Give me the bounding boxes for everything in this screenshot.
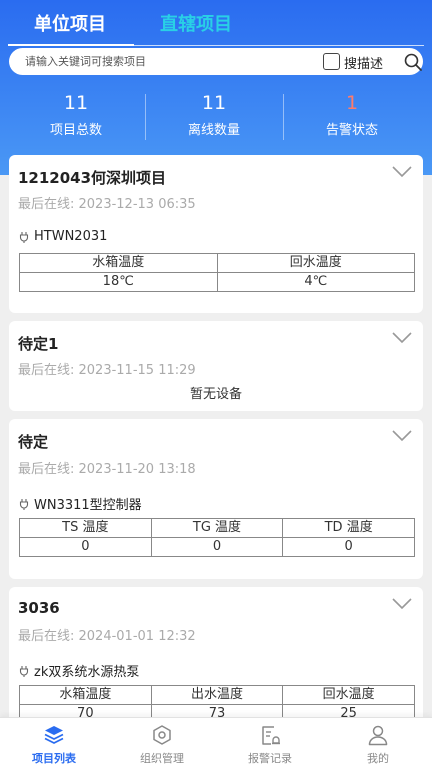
device-name: zk双系统水源热泵 <box>34 665 140 680</box>
last-online: 最后在线: 2023-11-20 13:18 <box>18 462 196 477</box>
chevron-down-icon[interactable] <box>391 429 413 443</box>
project-card[interactable]: 待定1 最后在线: 2023-11-15 11:29 暂无设备 <box>9 321 423 411</box>
search-description-label[interactable]: 搜描述 <box>344 53 383 72</box>
stat-offline-count[interactable]: 11 离线数量 <box>142 92 286 138</box>
stat-total-projects[interactable]: 11 项目总数 <box>4 92 148 138</box>
chevron-down-icon[interactable] <box>391 165 413 179</box>
device-row[interactable]: HTWN2031 <box>18 229 107 244</box>
stat-label: 离线数量 <box>187 123 240 138</box>
tab-active-indicator <box>8 44 134 46</box>
nav-label: 报警记录 <box>248 752 292 765</box>
last-online: 最后在线: 2023-11-15 11:29 <box>18 363 196 378</box>
search-description-checkbox[interactable] <box>323 53 340 70</box>
project-card[interactable]: 待定 最后在线: 2023-11-20 13:18 WN3311型控制器 TS … <box>9 419 423 579</box>
plug-icon <box>19 665 29 677</box>
sensor-table: 水箱温度 回水温度 18℃ 4℃ <box>19 253 415 292</box>
stat-value: 11 <box>201 92 227 114</box>
nav-label: 我的 <box>367 752 389 765</box>
sensor-header: 回水温度 <box>282 685 415 705</box>
search-bar: 搜描述 <box>9 48 423 75</box>
nav-label: 组织管理 <box>140 752 184 765</box>
chevron-down-icon[interactable] <box>391 331 413 345</box>
project-card[interactable]: 3036 最后在线: 2024-01-01 12:32 zk双系统水源热泵 水箱… <box>9 587 423 737</box>
alarm-record-icon <box>262 726 280 745</box>
search-input[interactable] <box>25 52 305 71</box>
project-name: 待定 <box>18 433 49 451</box>
sensor-value: 4℃ <box>216 272 415 292</box>
search-icon[interactable] <box>403 52 423 72</box>
stat-label: 告警状态 <box>325 123 378 138</box>
stat-value: 1 <box>345 92 359 114</box>
last-online: 最后在线: 2023-12-13 06:35 <box>18 197 196 212</box>
tab-direct-projects[interactable]: 直辖项目 <box>160 10 232 36</box>
nav-org-management[interactable]: 组织管理 <box>108 718 216 768</box>
sensor-header: 水箱温度 <box>19 685 152 705</box>
chevron-down-icon[interactable] <box>391 597 413 611</box>
header: 单位项目 直辖项目 搜描述 11 项目总数 11 离线数量 1 告警状态 <box>0 0 432 175</box>
last-online: 最后在线: 2024-01-01 12:32 <box>18 629 196 644</box>
tab-unit-projects[interactable]: 单位项目 <box>34 10 106 36</box>
sensor-header: TG 温度 <box>150 518 284 538</box>
plug-icon <box>19 231 29 243</box>
nav-alarm-records[interactable]: 报警记录 <box>216 718 324 768</box>
nav-mine[interactable]: 我的 <box>324 718 432 768</box>
sensor-value: 0 <box>282 537 415 557</box>
project-name: 3036 <box>18 599 60 617</box>
device-name: HTWN2031 <box>34 229 108 244</box>
stat-label: 项目总数 <box>49 123 102 138</box>
sensor-value: 0 <box>19 537 152 557</box>
sensor-value: 18℃ <box>19 272 218 292</box>
sensor-value: 0 <box>150 537 284 557</box>
sensor-header: 回水温度 <box>216 253 415 273</box>
device-name: WN3311型控制器 <box>34 498 142 513</box>
project-card[interactable]: 1212043何深圳项目 最后在线: 2023-12-13 06:35 HTWN… <box>9 155 423 313</box>
layers-icon <box>44 726 64 744</box>
sensor-header: 出水温度 <box>150 685 284 705</box>
plug-icon <box>19 498 29 510</box>
nav-project-list[interactable]: 项目列表 <box>0 718 108 768</box>
user-icon <box>368 725 388 746</box>
stat-alarm-status[interactable]: 1 告警状态 <box>280 92 424 138</box>
project-name: 待定1 <box>18 335 59 353</box>
stats-panel: 11 项目总数 11 离线数量 1 告警状态 <box>0 92 432 144</box>
no-device-text: 暂无设备 <box>189 387 242 402</box>
sensor-header: 水箱温度 <box>19 253 218 273</box>
sensor-table: TS 温度 TG 温度 TD 温度 0 0 0 <box>19 518 415 557</box>
sensor-header: TD 温度 <box>282 518 415 538</box>
project-name: 1212043何深圳项目 <box>18 169 167 187</box>
tab-bar: 单位项目 直辖项目 <box>0 8 432 46</box>
sensor-header: TS 温度 <box>19 518 152 538</box>
stat-value: 11 <box>63 92 89 114</box>
device-row[interactable]: WN3311型控制器 <box>18 494 142 513</box>
nav-label: 项目列表 <box>32 752 76 765</box>
bottom-nav: 项目列表 组织管理 报警记录 我的 <box>0 717 432 768</box>
device-row[interactable]: zk双系统水源热泵 <box>18 661 139 680</box>
org-icon <box>153 725 171 745</box>
